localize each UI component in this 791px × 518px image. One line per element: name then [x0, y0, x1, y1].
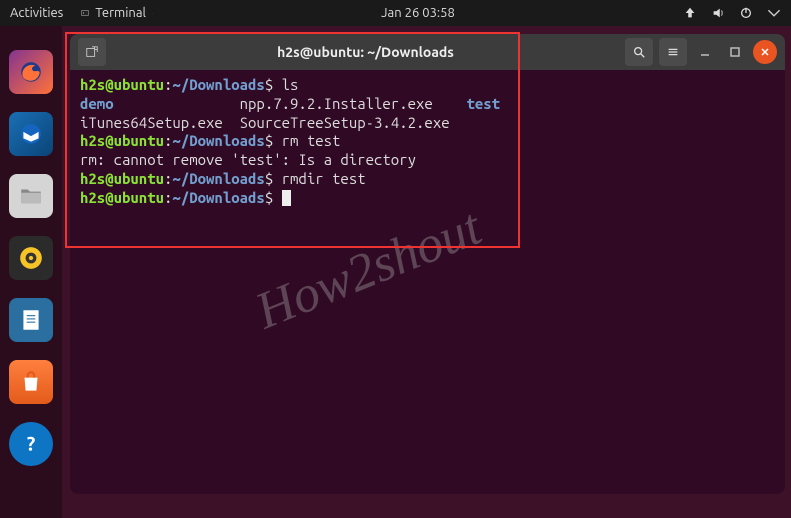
cmd-ls: ls [273, 76, 298, 93]
prompt-path: ~/Downloads [172, 170, 264, 187]
document-icon [18, 307, 44, 333]
terminal-window: h2s@ubuntu: ~/Downloads h2s@ubuntu:~/Dow… [70, 34, 785, 494]
dock-thunderbird[interactable] [9, 112, 53, 156]
dock-rhythmbox[interactable] [9, 236, 53, 280]
dock-firefox[interactable] [9, 50, 53, 94]
prompt-user: h2s@ubuntu [80, 132, 164, 149]
ls-pad [114, 95, 240, 112]
activities-button[interactable]: Activities [10, 6, 63, 20]
chevron-down-icon[interactable] [767, 6, 781, 20]
terminal-content[interactable]: h2s@ubuntu:~/Downloads$ ls demo npp.7.9.… [70, 70, 785, 214]
active-app-label: Terminal [95, 6, 146, 20]
firefox-icon [18, 59, 44, 85]
ls-itunes: iTunes64Setup.exe [80, 114, 223, 131]
minimize-icon [699, 46, 711, 58]
new-tab-button[interactable] [78, 38, 106, 66]
gnome-top-bar: Activities Terminal Jan 26 03:58 [0, 0, 791, 26]
terminal-icon [81, 9, 89, 17]
close-icon [760, 47, 770, 57]
dock-libreoffice-writer[interactable] [9, 298, 53, 342]
prompt-user: h2s@ubuntu [80, 76, 164, 93]
ls-npp: npp.7.9.2.Installer.exe [240, 95, 433, 112]
ls-demo: demo [80, 95, 114, 112]
cmd-empty [273, 189, 281, 206]
search-button[interactable] [625, 38, 653, 66]
dock-software[interactable] [9, 360, 53, 404]
minimize-button[interactable] [693, 40, 717, 64]
maximize-button[interactable] [723, 40, 747, 64]
dock-help[interactable]: ? [9, 422, 53, 466]
clock[interactable]: Jan 26 03:58 [153, 6, 683, 20]
shopping-bag-icon [18, 369, 44, 395]
cursor [282, 190, 291, 206]
prompt-path: ~/Downloads [172, 189, 264, 206]
titlebar: h2s@ubuntu: ~/Downloads [70, 34, 785, 70]
cmd-rm: rm test [273, 132, 340, 149]
prompt-dollar: $ [265, 170, 273, 187]
window-title: h2s@ubuntu: ~/Downloads [114, 44, 617, 60]
prompt-path: ~/Downloads [172, 76, 264, 93]
prompt-user: h2s@ubuntu [80, 170, 164, 187]
ls-pad [433, 95, 467, 112]
power-icon[interactable] [739, 6, 753, 20]
prompt-dollar: $ [265, 189, 273, 206]
prompt-user: h2s@ubuntu [80, 189, 164, 206]
prompt-dollar: $ [265, 76, 273, 93]
ls-sourcetree: SourceTreeSetup-3.4.2.exe [240, 114, 450, 131]
rm-error: rm: cannot remove 'test': Is a directory [80, 151, 416, 168]
ls-pad [223, 114, 240, 131]
cmd-rmdir: rmdir test [273, 170, 365, 187]
dock: ? [0, 26, 62, 518]
prompt-path: ~/Downloads [172, 132, 264, 149]
speaker-icon [18, 245, 44, 271]
folder-icon [18, 183, 44, 209]
ls-test: test [466, 95, 500, 112]
prompt-dollar: $ [265, 132, 273, 149]
volume-icon[interactable] [711, 6, 725, 20]
question-icon: ? [18, 431, 44, 457]
thunderbird-icon [18, 121, 44, 147]
hamburger-icon [666, 45, 680, 59]
menu-button[interactable] [659, 38, 687, 66]
svg-text:?: ? [27, 433, 36, 455]
network-icon[interactable] [683, 6, 697, 20]
dock-files[interactable] [9, 174, 53, 218]
maximize-icon [729, 46, 741, 58]
active-app-menu[interactable]: Terminal [81, 6, 153, 20]
close-button[interactable] [753, 40, 777, 64]
search-icon [632, 45, 646, 59]
new-tab-icon [85, 45, 99, 59]
